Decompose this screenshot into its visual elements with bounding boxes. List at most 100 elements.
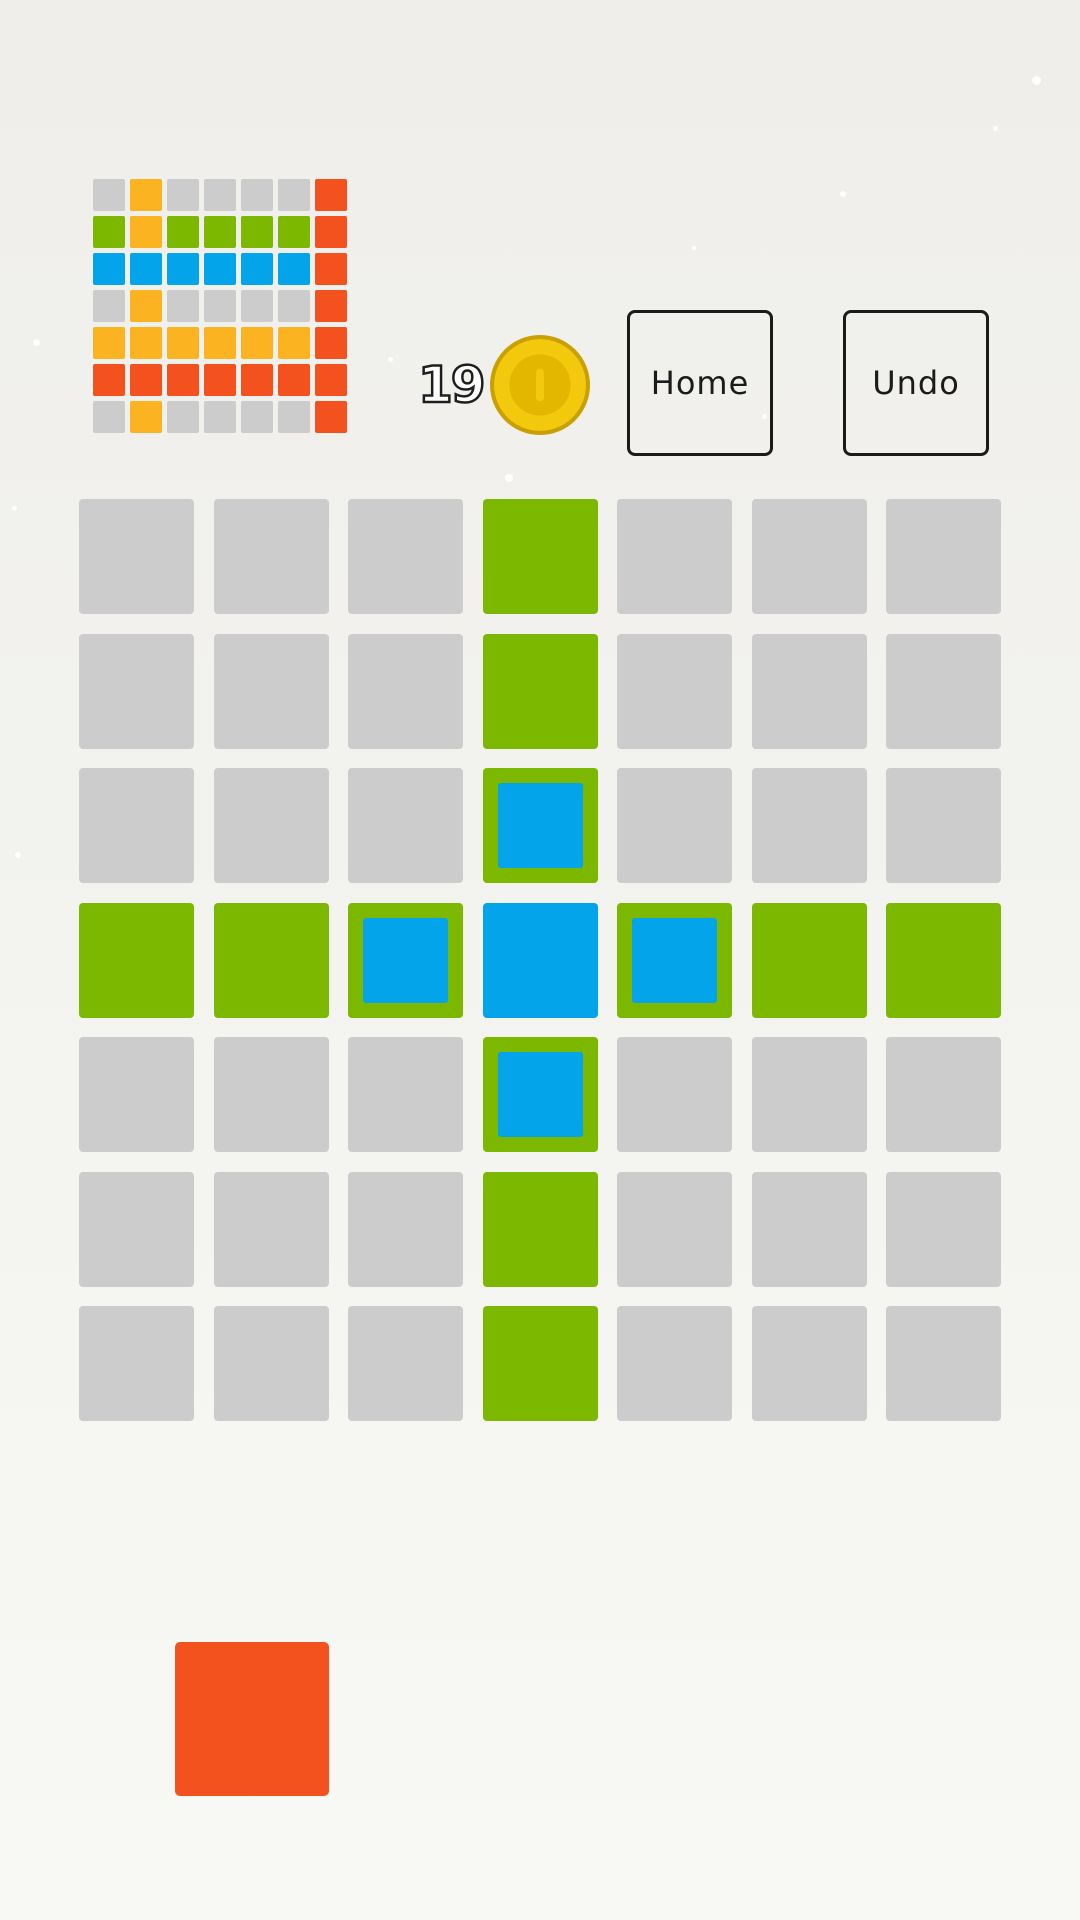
- board-cell[interactable]: [482, 902, 598, 1018]
- board-cell[interactable]: [79, 902, 194, 1018]
- target-pattern-preview: [93, 179, 351, 437]
- preview-cell: [167, 253, 199, 285]
- preview-cell: [315, 216, 347, 248]
- board-cell[interactable]: [482, 633, 598, 749]
- board-cell[interactable]: [751, 1306, 867, 1421]
- board-cell[interactable]: [617, 499, 732, 614]
- preview-cell: [93, 364, 125, 396]
- board-cell[interactable]: [79, 499, 194, 614]
- board-cell[interactable]: [482, 499, 598, 614]
- undo-button[interactable]: Undo: [843, 310, 989, 456]
- preview-cell: [278, 327, 310, 359]
- board-cell[interactable]: [751, 633, 867, 749]
- board-cell[interactable]: [617, 1037, 732, 1152]
- preview-cell: [315, 253, 347, 285]
- preview-cell: [241, 216, 273, 248]
- preview-cell: [130, 327, 162, 359]
- preview-cell: [93, 327, 125, 359]
- board-cell[interactable]: [213, 633, 329, 749]
- preview-cell: [204, 401, 236, 433]
- coin-count: 19: [417, 355, 487, 416]
- stacked-tile: [497, 1052, 583, 1137]
- board-cell[interactable]: [751, 499, 867, 614]
- board-cell[interactable]: [617, 633, 732, 749]
- preview-cell: [278, 290, 310, 322]
- preview-cell: [241, 179, 273, 211]
- board-cell[interactable]: [886, 902, 1001, 1018]
- board-cell[interactable]: [482, 1171, 598, 1287]
- stacked-tile: [497, 783, 583, 868]
- board-cell[interactable]: [348, 1171, 463, 1287]
- preview-cell: [130, 253, 162, 285]
- preview-cell: [130, 216, 162, 248]
- board-cell[interactable]: [617, 1171, 732, 1287]
- board-cell[interactable]: [482, 768, 598, 883]
- home-button[interactable]: Home: [627, 310, 773, 456]
- preview-cell: [241, 401, 273, 433]
- preview-cell: [167, 327, 199, 359]
- board-cell[interactable]: [348, 499, 463, 614]
- board-cell[interactable]: [482, 1037, 598, 1152]
- board-cell[interactable]: [348, 1306, 463, 1421]
- preview-cell: [93, 216, 125, 248]
- background-sparkle: [993, 126, 998, 131]
- background-sparkle: [505, 474, 513, 482]
- preview-cell: [167, 216, 199, 248]
- preview-cell: [241, 327, 273, 359]
- preview-cell: [93, 290, 125, 322]
- preview-cell: [93, 401, 125, 433]
- board-cell[interactable]: [617, 902, 732, 1018]
- board-cell[interactable]: [886, 768, 1001, 883]
- board-cell[interactable]: [79, 1037, 194, 1152]
- preview-cell: [315, 290, 347, 322]
- board-cell[interactable]: [751, 1037, 867, 1152]
- board-cell[interactable]: [886, 1171, 1001, 1287]
- board-cell[interactable]: [213, 1037, 329, 1152]
- board-cell[interactable]: [348, 768, 463, 883]
- board-cell[interactable]: [79, 1171, 194, 1287]
- board-cell[interactable]: [886, 499, 1001, 614]
- background-sparkle: [15, 852, 21, 858]
- board-cell[interactable]: [348, 1037, 463, 1152]
- board-cell[interactable]: [482, 1306, 598, 1421]
- board-cell[interactable]: [79, 633, 194, 749]
- board-cell[interactable]: [751, 1171, 867, 1287]
- preview-cell: [278, 179, 310, 211]
- board-cell[interactable]: [348, 902, 463, 1018]
- board-cell[interactable]: [213, 499, 329, 614]
- preview-cell: [278, 216, 310, 248]
- background-sparkle: [1032, 76, 1041, 85]
- board-cell[interactable]: [751, 768, 867, 883]
- preview-cell: [204, 327, 236, 359]
- preview-cell: [204, 179, 236, 211]
- preview-cell: [167, 290, 199, 322]
- board-cell[interactable]: [751, 902, 867, 1018]
- preview-cell: [204, 364, 236, 396]
- preview-cell: [241, 290, 273, 322]
- preview-cell: [278, 253, 310, 285]
- preview-cell: [315, 327, 347, 359]
- board-cell[interactable]: [617, 768, 732, 883]
- board-cell[interactable]: [213, 1306, 329, 1421]
- preview-cell: [204, 290, 236, 322]
- preview-cell: [241, 253, 273, 285]
- board-cell[interactable]: [213, 1171, 329, 1287]
- stacked-tile: [363, 917, 448, 1003]
- preview-cell: [204, 216, 236, 248]
- active-piece[interactable]: [175, 1642, 329, 1796]
- preview-cell: [278, 401, 310, 433]
- board-cell[interactable]: [886, 1306, 1001, 1421]
- board-cell[interactable]: [213, 768, 329, 883]
- preview-cell: [167, 179, 199, 211]
- board-cell[interactable]: [886, 633, 1001, 749]
- board-cell[interactable]: [79, 768, 194, 883]
- preview-cell: [278, 364, 310, 396]
- board-cell[interactable]: [348, 633, 463, 749]
- board-cell[interactable]: [886, 1037, 1001, 1152]
- background-sparkle: [840, 191, 846, 197]
- board-cell[interactable]: [213, 902, 329, 1018]
- background-sparkle: [692, 246, 696, 250]
- board-cell[interactable]: [617, 1306, 732, 1421]
- board-cell[interactable]: [79, 1306, 194, 1421]
- preview-cell: [315, 401, 347, 433]
